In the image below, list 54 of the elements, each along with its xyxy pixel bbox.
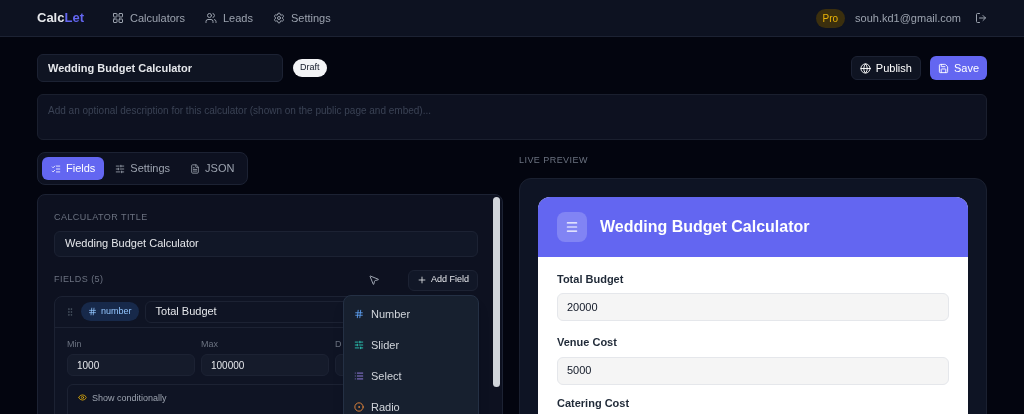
gear-icon <box>273 12 285 24</box>
menu-item[interactable]: Slider <box>344 329 478 361</box>
menu-item[interactable]: Select <box>344 360 478 392</box>
plus-icon <box>416 275 427 285</box>
section-label: CALCULATOR TITLE <box>54 211 149 224</box>
drag-handle-icon[interactable] <box>65 306 75 317</box>
calculator-icon <box>557 211 587 242</box>
radio-icon <box>354 402 364 412</box>
field-label: Min <box>67 337 82 351</box>
nav-link[interactable]: Settings <box>273 9 331 27</box>
grid-icon <box>111 12 124 24</box>
tab[interactable]: JSON <box>181 157 244 180</box>
list-icon <box>354 371 364 381</box>
logout-icon[interactable] <box>975 12 987 24</box>
document-icon <box>190 163 201 174</box>
conditional-label[interactable]: Show conditionally <box>92 392 167 406</box>
preview-input[interactable]: 20000 <box>557 293 949 321</box>
tab[interactable]: Settings <box>106 157 180 180</box>
tab[interactable]: Fields <box>42 157 105 180</box>
eye-icon <box>78 393 87 402</box>
number-input[interactable]: 1000 <box>67 354 195 376</box>
globe-icon <box>859 62 871 74</box>
calculator-name-field[interactable]: Wedding Budget Calculator <box>37 54 283 82</box>
scrollbar[interactable] <box>493 197 500 387</box>
menu-item[interactable]: Radio <box>344 391 478 414</box>
publish-button[interactable]: Publish <box>850 56 921 80</box>
people-icon <box>205 12 217 24</box>
app-logo[interactable]: CalcLet <box>37 8 84 28</box>
add-field-button[interactable]: Add Field <box>407 269 478 291</box>
sliders-icon <box>354 340 364 350</box>
input-label: Total Budget <box>557 271 625 287</box>
user-email: souh.kd1@gmail.com <box>855 10 961 26</box>
floppy-icon <box>937 62 949 74</box>
number-input[interactable]: 100000 <box>201 354 329 376</box>
section-label: LIVE PREVIEW <box>519 154 589 167</box>
list-icon <box>51 163 61 174</box>
calculator-title-field[interactable]: Wedding Budget Calculator <box>54 230 478 257</box>
nav-link[interactable]: Calculators <box>111 9 185 27</box>
status-badge: Draft <box>293 59 327 77</box>
field-label: D <box>335 337 342 351</box>
field-type-badge: number <box>81 301 139 322</box>
sliders-icon <box>115 163 126 174</box>
cursor-icon <box>367 274 380 286</box>
input-label: Catering Cost <box>557 395 631 411</box>
input-label: Venue Cost <box>557 335 618 350</box>
preview-title: Wedding Budget Calculator <box>600 216 810 237</box>
field-label: Max <box>201 337 218 351</box>
save-button[interactable]: Save <box>929 56 987 80</box>
preview-input[interactable]: 5000 <box>557 356 949 385</box>
plan-badge: Pro <box>815 8 846 28</box>
nav-link[interactable]: Leads <box>205 9 253 27</box>
section-label: FIELDS (5) <box>54 273 104 287</box>
hash-icon <box>354 309 364 319</box>
hash-icon <box>88 307 97 316</box>
